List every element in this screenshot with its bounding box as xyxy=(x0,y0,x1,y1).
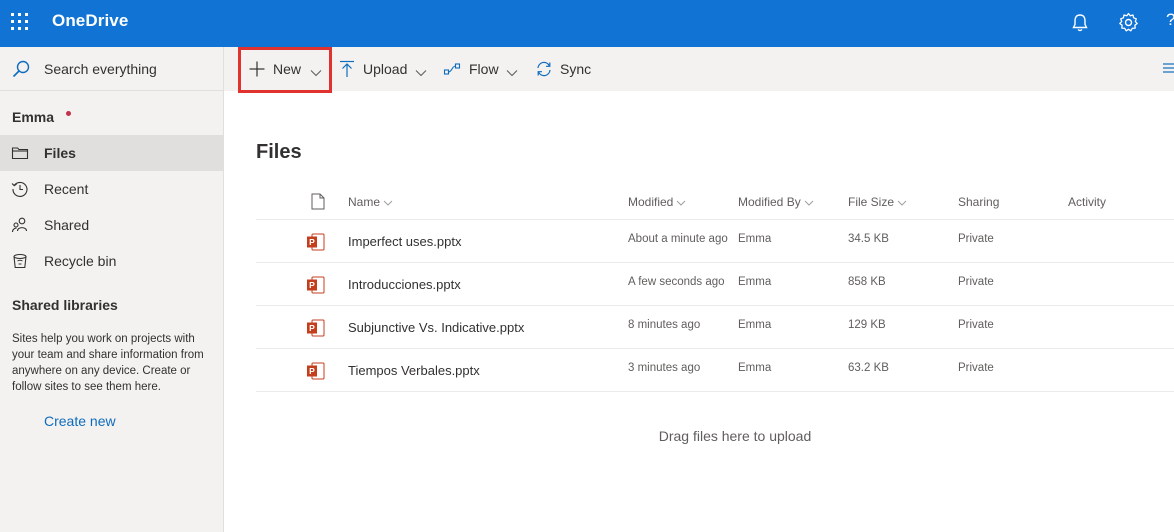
column-header-label: Modified xyxy=(628,195,674,209)
chevron-down-icon xyxy=(897,200,907,206)
sync-button-label: Sync xyxy=(560,61,592,77)
view-options-icon[interactable] xyxy=(1163,62,1174,76)
table-row[interactable]: P Tiempos Verbales.pptx 3 minutes ago Em… xyxy=(256,349,1174,392)
file-sharing: Private xyxy=(958,233,994,245)
column-header-label: File Size xyxy=(848,195,895,209)
sync-button[interactable]: Sync xyxy=(535,47,595,91)
file-name[interactable]: Subjunctive Vs. Indicative.pptx xyxy=(348,320,524,335)
file-modified: 8 minutes ago xyxy=(628,319,701,331)
file-sharing: Private xyxy=(958,319,994,331)
new-button-label: New xyxy=(273,61,302,77)
sidebar-item-files[interactable]: Files xyxy=(0,135,224,171)
file-name[interactable]: Tiempos Verbales.pptx xyxy=(348,363,480,378)
new-button[interactable]: New xyxy=(248,47,328,91)
sidebar-item-label: Shared xyxy=(44,217,90,233)
powerpoint-file-icon: P xyxy=(306,276,325,294)
chevron-down-icon xyxy=(310,64,322,77)
svg-text:P: P xyxy=(309,323,315,333)
table-row[interactable]: P Imperfect uses.pptx About a minute ago… xyxy=(256,220,1174,263)
sidebar-item-recycle-bin[interactable]: Recycle bin xyxy=(0,243,224,279)
sidebar-item-label: Recycle bin xyxy=(44,253,117,269)
trash-icon xyxy=(11,252,29,270)
file-size: 34.5 KB xyxy=(848,233,889,245)
chevron-down-icon xyxy=(383,200,393,206)
file-modified-by: Emma xyxy=(738,276,772,288)
file-name[interactable]: Imperfect uses.pptx xyxy=(348,234,461,249)
clock-icon xyxy=(11,180,29,198)
chevron-down-icon xyxy=(415,64,427,77)
sidebar-item-label: Files xyxy=(44,145,76,161)
sync-icon xyxy=(535,60,553,78)
unread-indicator xyxy=(66,111,71,116)
gear-icon[interactable] xyxy=(1118,12,1139,33)
file-modified-by: Emma xyxy=(738,362,772,374)
chevron-down-icon xyxy=(804,200,814,206)
flow-button-label: Flow xyxy=(469,61,499,77)
page-title: Files xyxy=(256,141,302,163)
column-header-label: Sharing xyxy=(958,195,1000,209)
upload-button-label: Upload xyxy=(363,61,408,77)
svg-text:P: P xyxy=(309,280,315,290)
upload-icon xyxy=(338,60,356,78)
file-sharing: Private xyxy=(958,362,994,374)
svg-text:P: P xyxy=(309,237,315,247)
column-header-label: Activity xyxy=(1068,195,1107,209)
column-header-label: Modified By xyxy=(738,195,801,209)
left-navigation: Search everything Emma Files Recent Shar… xyxy=(0,47,224,532)
file-size: 63.2 KB xyxy=(848,362,889,374)
user-name: Emma xyxy=(12,109,55,125)
search-box[interactable]: Search everything xyxy=(0,47,224,91)
file-sharing: Private xyxy=(958,276,994,288)
powerpoint-file-icon: P xyxy=(306,319,325,337)
file-type-column-icon[interactable] xyxy=(311,193,325,210)
upload-button[interactable]: Upload xyxy=(338,47,430,91)
bell-icon[interactable] xyxy=(1071,13,1089,33)
drop-zone-hint: Drag files here to upload xyxy=(658,428,812,444)
search-input[interactable]: Search everything xyxy=(44,61,157,77)
file-modified-by: Emma xyxy=(738,233,772,245)
column-header-modified[interactable]: Modified xyxy=(628,195,686,209)
chevron-down-icon xyxy=(677,200,686,206)
top-header-bar: OneDrive ? xyxy=(0,0,1174,47)
shared-libraries-description: Sites help you work on projects with you… xyxy=(12,333,204,393)
plus-icon xyxy=(248,60,266,78)
powerpoint-file-icon: P xyxy=(306,362,325,380)
create-new-link[interactable]: Create new xyxy=(44,413,116,429)
sidebar-item-recent[interactable]: Recent xyxy=(0,171,224,207)
column-header-modified-by[interactable]: Modified By xyxy=(738,195,814,209)
people-icon xyxy=(11,216,29,234)
file-size: 129 KB xyxy=(848,319,886,331)
app-launcher-icon[interactable] xyxy=(11,13,29,31)
flow-button[interactable]: Flow xyxy=(443,47,521,91)
file-modified: 3 minutes ago xyxy=(628,362,701,374)
file-modified-by: Emma xyxy=(738,319,772,331)
table-row[interactable]: P Subjunctive Vs. Indicative.pptx 8 minu… xyxy=(256,306,1174,349)
command-bar: New Upload Flow Sync xyxy=(224,47,1174,91)
column-header-activity[interactable]: Activity xyxy=(1068,195,1106,209)
folder-icon xyxy=(11,144,29,162)
powerpoint-file-icon: P xyxy=(306,233,325,251)
flow-icon xyxy=(443,60,461,78)
column-header-file-size[interactable]: File Size xyxy=(848,195,907,209)
file-name[interactable]: Introducciones.pptx xyxy=(348,277,461,292)
sidebar-item-label: Recent xyxy=(44,181,89,197)
column-header-sharing[interactable]: Sharing xyxy=(958,195,999,209)
column-header-label: Name xyxy=(348,195,381,209)
column-header-name[interactable]: Name xyxy=(348,195,393,209)
file-modified: A few seconds ago xyxy=(628,276,725,288)
shared-libraries-heading: Shared libraries xyxy=(12,297,118,313)
sidebar-item-shared[interactable]: Shared xyxy=(0,207,224,243)
app-title[interactable]: OneDrive xyxy=(52,11,128,31)
help-icon[interactable]: ? xyxy=(1166,10,1174,30)
table-row[interactable]: P Introducciones.pptx A few seconds ago … xyxy=(256,263,1174,306)
file-size: 858 KB xyxy=(848,276,886,288)
search-icon xyxy=(11,59,31,79)
svg-text:P: P xyxy=(309,366,315,376)
file-modified: About a minute ago xyxy=(628,233,728,245)
chevron-down-icon xyxy=(506,64,518,77)
